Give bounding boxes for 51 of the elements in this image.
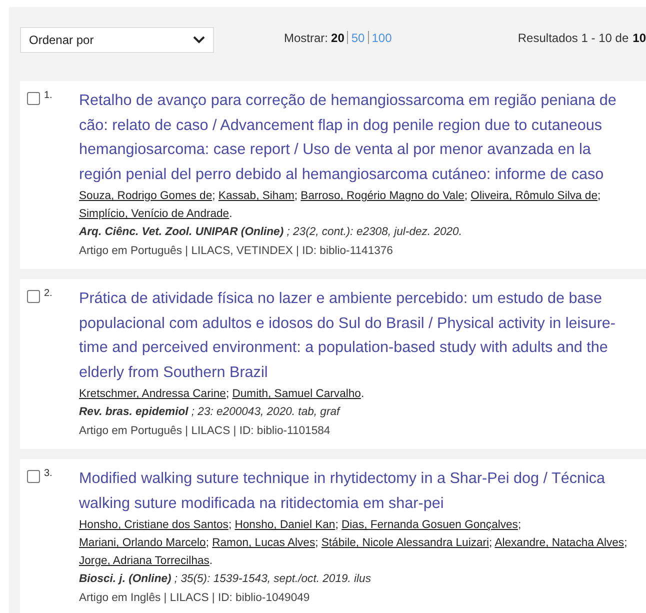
result-meta: Artigo em Português | LILACS, VETINDEX | ID: biblio-1141376 <box>79 244 394 259</box>
author-link[interactable]: Oliveira, Rômulo Silva de <box>470 190 598 202</box>
author-link[interactable]: Jorge, Adriana Torrecilhas <box>79 555 210 567</box>
results-label: Resultados 1 - 10 de <box>518 30 629 44</box>
author-separator: ; <box>624 537 628 549</box>
source-citation: Rev. bras. epidemiol ; 23: e200043, 2020. tab, graf <box>79 405 342 420</box>
author-separator: ; <box>518 519 522 531</box>
chevron-down-icon <box>193 36 205 44</box>
result-number: 2. <box>44 289 52 299</box>
author-separator: . <box>229 208 232 220</box>
source-citation: Biosci. j. (Online) ; 35(5): 1539-1543, sept./oct. 2019. ilus <box>79 572 372 587</box>
result-number: 1. <box>44 91 52 101</box>
author-separator: ; <box>228 519 232 531</box>
result-title-link[interactable]: Retalho de avanço para correção de hemangiossarcoma em região peniana de cão: relato de caso / Advancement flap in dog penile region due to cutaneous hemangiosarcoma: case report / Uso de venta al por menor avanzada en la región penial del perro debido al hemangiosarcoma cutáneo: informe de caso <box>79 89 636 187</box>
author-separator: ; <box>335 519 338 531</box>
author-link[interactable]: Kretschmer, Andressa Carine <box>79 388 226 400</box>
author-separator: . <box>360 388 364 400</box>
author-link[interactable]: Honsho, Daniel Kan <box>234 519 336 531</box>
author-link[interactable]: Kassab, Siham <box>218 190 294 202</box>
result-meta: Artigo em Inglês | LILACS | ID: biblio-1049049 <box>79 591 311 606</box>
result-number: 3. <box>44 469 52 479</box>
result-meta: Artigo em Português | LILACS | ID: biblio-1101584 <box>79 424 332 439</box>
author-separator: . <box>209 555 213 567</box>
author-separator: ; <box>226 388 230 400</box>
result-title-link[interactable]: Modified walking suture technique in rhytidectomy in a Shar-Pei dog / Técnica walking suture modificada na ritidectomia em shar-pei <box>79 467 636 516</box>
author-link[interactable]: Ramon, Lucas Alves <box>212 537 316 549</box>
checkbox[interactable] <box>27 290 40 303</box>
result-title-link[interactable]: Prática de atividade física no lazer e ambiente percebido: um estudo de base populacional com adultos e idosos do Sul do Brasil / Physical activity in leisure-time and perceived environment: a population-based study with adults and the elderly from Southern Brazil <box>79 287 636 385</box>
author-link[interactable]: Stábile, Nicole Alessandra Luizari <box>321 537 490 549</box>
author-separator: ; <box>294 190 298 202</box>
author-link[interactable]: Dumith, Samuel Carvalho <box>232 388 361 400</box>
author-link[interactable]: Dias, Fernanda Gosuen Gonçalves <box>342 519 518 531</box>
checkbox[interactable] <box>27 470 40 483</box>
author-link[interactable]: Mariani, Orlando Marcelo <box>79 537 206 549</box>
author-link[interactable]: Souza, Rodrigo Gomes de <box>79 190 212 202</box>
author-link[interactable]: Simplício, Venício de Andrade <box>79 208 230 220</box>
author-separator: ; <box>212 190 216 202</box>
author-separator: ; <box>464 190 468 202</box>
results-total: 10 <box>632 30 646 44</box>
author-separator: ; <box>597 190 601 202</box>
page-size-option[interactable]: 20 <box>331 30 344 44</box>
author-link[interactable]: Honsho, Cristiane dos Santos <box>79 519 228 531</box>
source-citation: Arq. Ciênc. Vet. Zool. UNIPAR (Online) ; 23(2, cont.): e2308, jul-dez. 2020. <box>79 225 463 240</box>
author-separator: ; <box>315 537 318 549</box>
author-separator: ; <box>489 537 492 549</box>
show-label: Mostrar: <box>284 30 328 44</box>
author-link[interactable]: Alexandre, Natacha Alves <box>494 537 624 549</box>
author-link[interactable]: Barroso, Rogério Magno do Vale <box>300 190 464 202</box>
author-separator: ; <box>206 537 209 549</box>
checkbox[interactable] <box>27 92 40 105</box>
sort-dropdown[interactable]: Ordenar por <box>20 27 214 53</box>
